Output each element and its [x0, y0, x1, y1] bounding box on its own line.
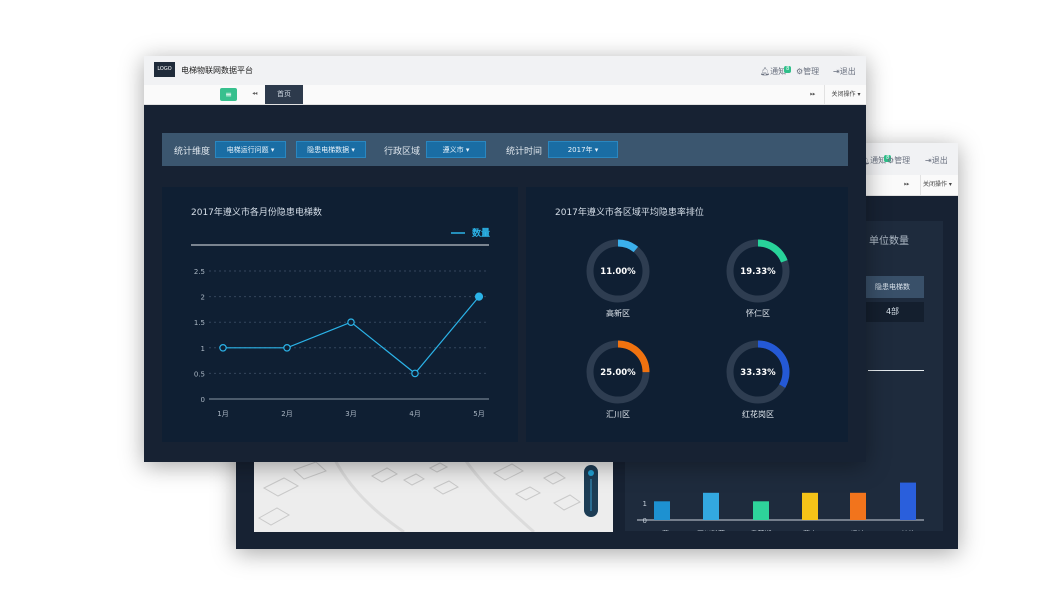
monthly-chart-card: 2017年遵义市各月份隐患电梯数 数量 2.5 2 1.5 1 0.5 0 1月 2月 3月 4月…: [162, 187, 518, 442]
logout-icon: ⇥: [833, 67, 840, 76]
data-point[interactable]: [474, 292, 484, 301]
bar-x-label: 迅达: [851, 529, 865, 531]
data-point[interactable]: [347, 318, 355, 327]
bar-y-tick: 0: [643, 517, 647, 525]
filter-label-dimension: 统计维度: [174, 147, 211, 157]
y-tick-label: 1.5: [194, 319, 205, 327]
y-tick-label: 2: [201, 294, 205, 302]
x-tick-label: 3月: [345, 410, 356, 418]
select-dimension-1[interactable]: 电梯运行问题 ▾: [215, 141, 286, 158]
x-tick-label: 5月: [473, 410, 484, 418]
data-point[interactable]: [219, 344, 227, 352]
monthly-line-chart: 数量 2.5 2 1.5 1 0.5 0 1月 2月 3月 4月 5月: [191, 227, 490, 418]
donut-value: 19.33%: [740, 267, 776, 277]
notify-link[interactable]: 🔔︎通知8: [760, 66, 792, 77]
donut-value: 33.33%: [740, 368, 776, 378]
caret-down-icon: ▾: [270, 146, 275, 154]
back-manage-link[interactable]: ⚙管理: [887, 155, 910, 166]
region-rate-card: 2017年遵义市各区域平均隐患率排位 11.00% 19.33% 25.00% 33.…: [526, 187, 848, 442]
menu-toggle-button[interactable]: ≡: [220, 88, 237, 101]
caret-down-icon: ▾: [465, 146, 470, 154]
back-forward-icon[interactable]: ⏩︎: [904, 180, 910, 189]
donut-region-label: 高新区: [606, 309, 630, 318]
back-legend-line: [868, 370, 924, 371]
filter-label-region: 行政区域: [384, 147, 421, 157]
bar-x-label: 蒂森: [803, 529, 817, 531]
bar[interactable]: [900, 482, 916, 520]
bar-x-label: 四川科莱: [697, 529, 725, 531]
data-point[interactable]: [411, 369, 419, 378]
bar[interactable]: [703, 492, 719, 520]
y-tick-label: 2.5: [194, 268, 205, 276]
bar-x-label: 其他: [901, 529, 915, 531]
back-column-value: 4部: [861, 302, 924, 322]
tab-prev-icon[interactable]: ⏪︎: [252, 90, 258, 99]
region-donut-charts: 11.00% 19.33% 25.00% 33.33%: [586, 239, 790, 404]
x-tick-label: 2月: [281, 410, 292, 418]
donut-region-label: 汇川区: [606, 410, 630, 419]
bell-icon: 🔔︎: [760, 67, 771, 76]
bar[interactable]: [850, 492, 866, 520]
logout-link[interactable]: ⇥退出: [833, 66, 856, 77]
logo: LOGO: [154, 62, 175, 77]
caret-down-icon: ▾: [594, 146, 599, 154]
map-view[interactable]: [254, 458, 613, 532]
back-logout-link[interactable]: ⇥退出: [925, 155, 948, 166]
bar-x-label: 奥莱斯: [751, 529, 772, 531]
y-tick-label: 0.5: [194, 370, 205, 378]
back-column-header: 隐患电梯数: [861, 276, 924, 298]
front-window: LOGO 电梯物联网数据平台 🔔︎通知8 ⚙管理 ⇥退出 ≡ ⏪︎ 首页 ⏩︎ …: [144, 56, 866, 462]
app-header: LOGO 电梯物联网数据平台 🔔︎通知8 ⚙管理 ⇥退出: [144, 56, 866, 85]
y-tick-label: 1: [201, 345, 205, 353]
bar-y-tick: 1: [643, 500, 647, 508]
donut-region-label: 怀仁区: [746, 309, 770, 318]
donut-value: 11.00%: [600, 267, 636, 277]
tab-next-icon[interactable]: ⏩︎: [810, 90, 816, 99]
bar[interactable]: [753, 501, 769, 520]
donut-region-label: 红花岗区: [742, 410, 774, 419]
caret-down-icon: ▾: [351, 146, 355, 154]
bar-x-label: 三菱: [655, 529, 669, 531]
series-line: [223, 296, 480, 375]
zoom-knob[interactable]: [588, 470, 594, 476]
hamburger-icon: ≡: [225, 90, 232, 99]
map-zoom-slider[interactable]: [584, 465, 598, 517]
select-dimension-2[interactable]: 隐患电梯数据 ▾: [296, 141, 366, 158]
donut-value: 25.00%: [600, 368, 636, 378]
tab-home[interactable]: 首页: [265, 85, 303, 104]
y-tick-label: 0: [201, 396, 205, 404]
data-point[interactable]: [283, 344, 291, 352]
legend-label: 数量: [472, 227, 490, 239]
map-buildings: [257, 458, 581, 532]
back-close-ops[interactable]: 关闭操作 ▾: [920, 175, 952, 195]
app-title: 电梯物联网数据平台: [181, 66, 253, 75]
zoom-track: [590, 479, 592, 511]
x-tick-label: 1月: [217, 410, 228, 418]
logout-icon: ⇥: [925, 156, 932, 165]
select-time[interactable]: 2017年 ▾: [548, 141, 618, 158]
manage-link[interactable]: ⚙管理: [796, 66, 819, 77]
bar[interactable]: [654, 501, 670, 520]
filter-label-time: 统计时间: [506, 147, 543, 157]
close-ops-dropdown[interactable]: 关闭操作 ▾: [824, 85, 866, 104]
notify-badge: 8: [784, 66, 792, 73]
filter-bar: 统计维度 电梯运行问题 ▾ 隐患电梯数据 ▾ 行政区域 遵义市 ▾ 统计时间 2…: [162, 133, 848, 166]
back-panel-title: 单位数量: [869, 236, 909, 247]
select-region[interactable]: 遵义市 ▾: [426, 141, 486, 158]
x-tick-label: 4月: [409, 410, 420, 418]
bar[interactable]: [802, 492, 818, 520]
